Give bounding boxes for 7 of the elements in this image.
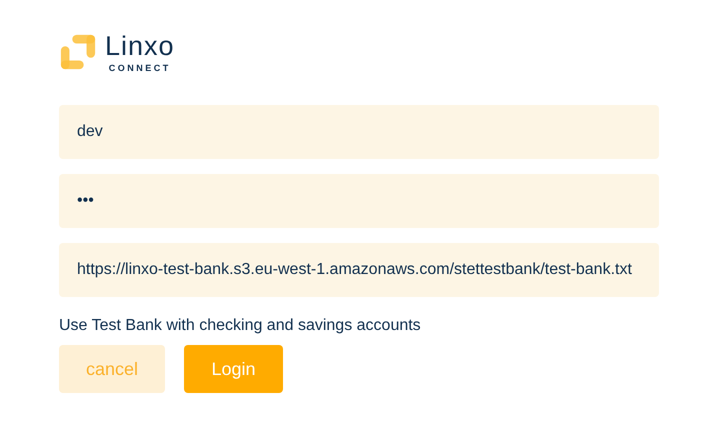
logo-icon [59,33,97,71]
input-field[interactable]: dev [59,105,659,159]
logo-tagline: CONNECT [108,62,171,72]
input-field[interactable]: ••• [59,174,659,228]
input-field[interactable]: https://linxo-test-bank.s3.eu-west-1.amazonaws.com/stettestbank/test-bank.txt [59,243,659,297]
hint-text: Use Test Bank with checking and savings accounts [59,317,422,335]
logo-wordmark: Linxo [105,32,175,60]
